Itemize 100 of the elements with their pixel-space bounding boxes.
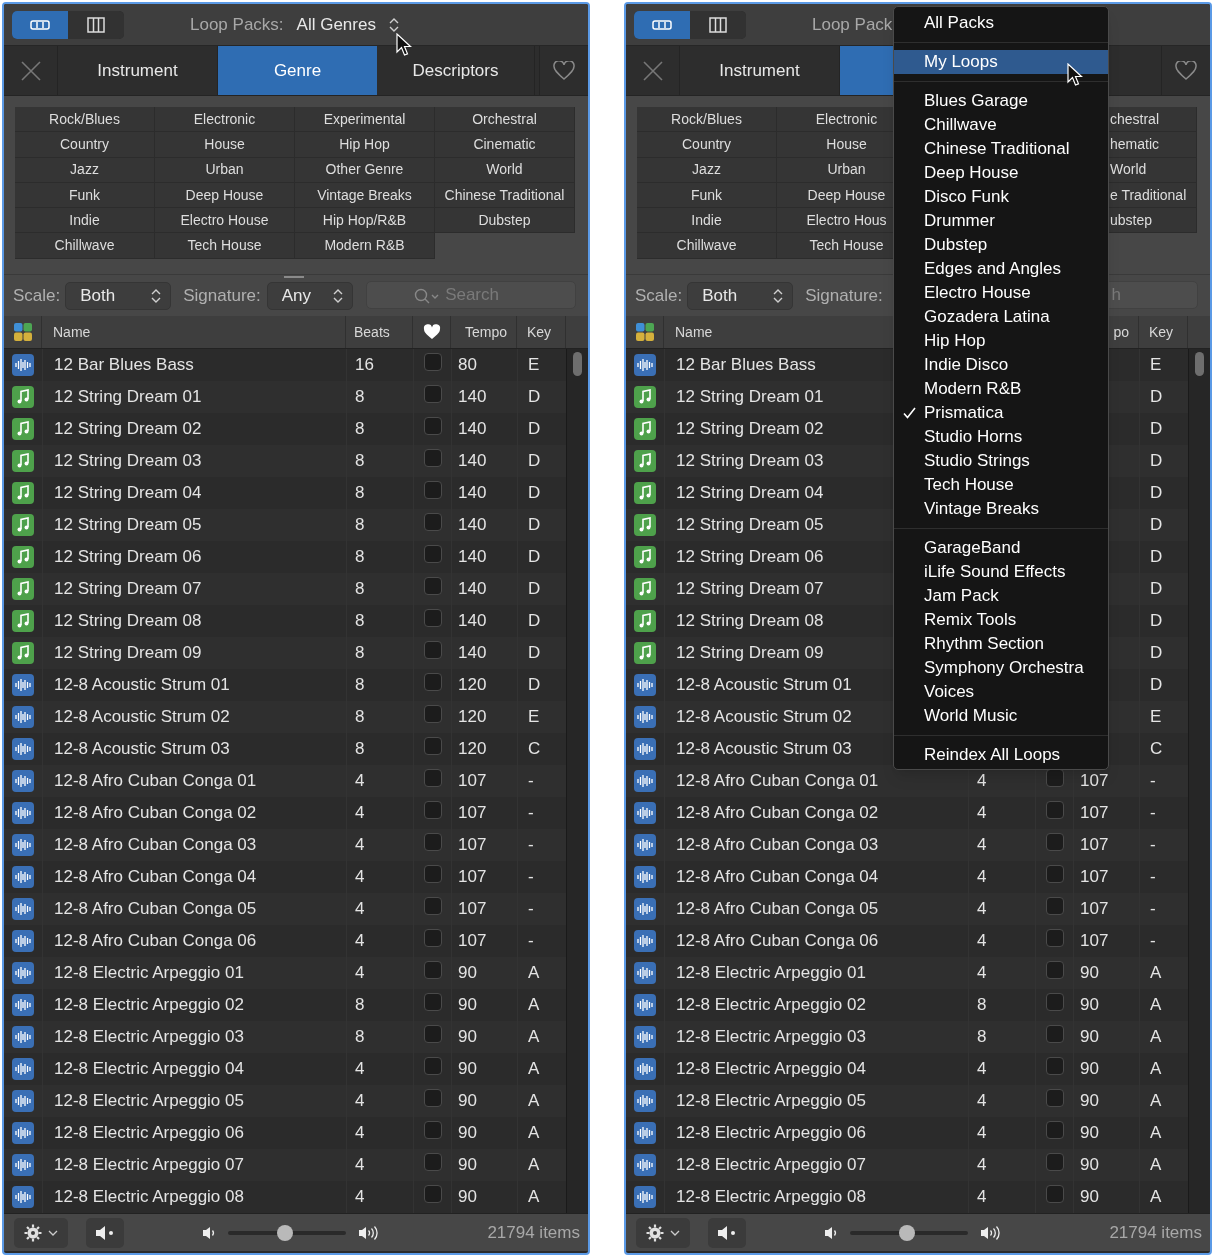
menu-item[interactable]: Edges and Angles (894, 257, 1108, 281)
scrollbar-track[interactable] (566, 349, 588, 1213)
slider-thumb[interactable] (276, 1224, 293, 1241)
favorite-checkbox[interactable] (423, 673, 442, 691)
menu-item[interactable]: World Music (894, 704, 1108, 728)
tab[interactable]: Genre (218, 46, 377, 95)
favorite-checkbox[interactable] (423, 353, 442, 371)
scrollbar-thumb[interactable] (573, 352, 582, 376)
resize-handle[interactable] (284, 276, 304, 278)
menu-item[interactable]: Hip Hop (894, 329, 1108, 353)
genre-button[interactable]: Deep House (155, 182, 295, 209)
menu-item[interactable]: My Loops (894, 50, 1108, 74)
genre-button[interactable]: Modern R&B (295, 233, 435, 259)
menu-item[interactable]: GarageBand (894, 536, 1108, 560)
favorite-checkbox[interactable] (423, 865, 442, 883)
genre-button[interactable]: Orchestral (435, 107, 575, 133)
genre-button[interactable]: Rock/Blues (15, 107, 155, 133)
color-grid-icon[interactable] (635, 323, 654, 341)
menu-item[interactable]: Remix Tools (894, 608, 1108, 632)
genre-button[interactable]: World (435, 157, 575, 183)
favorite-checkbox[interactable] (423, 1153, 442, 1171)
menu-item[interactable]: Studio Horns (894, 425, 1108, 449)
menu-item[interactable]: Gozadera Latina (894, 305, 1108, 329)
genre-button[interactable]: Hip Hop/R&B (295, 208, 435, 234)
genre-button[interactable]: Country (637, 132, 777, 158)
favorite-checkbox[interactable] (1045, 929, 1064, 947)
favorite-checkbox[interactable] (423, 1089, 442, 1107)
favorite-checkbox[interactable] (423, 769, 442, 787)
genre-button[interactable]: Jazz (15, 157, 155, 183)
genre-button[interactable]: Funk (15, 182, 155, 209)
menu-item[interactable]: All Packs (894, 11, 1108, 35)
settings-button[interactable] (636, 1217, 690, 1248)
favorite-checkbox[interactable] (1045, 1057, 1064, 1075)
key-column-header[interactable]: Key (527, 321, 552, 343)
favorite-checkbox[interactable] (1045, 1025, 1064, 1043)
preview-speaker-button[interactable] (708, 1217, 746, 1248)
favorite-checkbox[interactable] (1045, 801, 1064, 819)
menu-item[interactable]: Indie Disco (894, 353, 1108, 377)
signature-select[interactable]: Any (266, 281, 353, 310)
color-grid-icon[interactable] (13, 323, 32, 341)
favorite-checkbox[interactable] (423, 929, 442, 947)
genre-button[interactable]: Electronic (155, 107, 295, 133)
menu-item[interactable]: iLife Sound Effects (894, 560, 1108, 584)
genre-button[interactable]: Country (15, 132, 155, 158)
favorite-checkbox[interactable] (1045, 1153, 1064, 1171)
scrollbar-track[interactable] (1188, 349, 1210, 1213)
scale-select[interactable]: Both (65, 281, 172, 310)
menu-item[interactable]: Prismatica (894, 401, 1108, 425)
favorite-checkbox[interactable] (423, 385, 442, 403)
genre-button[interactable]: Hip Hop (295, 132, 435, 158)
heart-icon[interactable] (422, 324, 441, 340)
genre-button[interactable]: Indie (637, 208, 777, 234)
favorite-checkbox[interactable] (423, 801, 442, 819)
favorite-checkbox[interactable] (1045, 1089, 1064, 1107)
menu-item[interactable]: Reindex All Loops (894, 743, 1108, 767)
favorite-checkbox[interactable] (423, 897, 442, 915)
genre-button[interactable]: Funk (637, 182, 777, 209)
volume-slider[interactable] (228, 1224, 346, 1241)
genre-button[interactable]: Chillwave (637, 233, 777, 259)
favorite-checkbox[interactable] (423, 513, 442, 531)
genre-button[interactable]: Experimental (295, 107, 435, 133)
favorite-checkbox[interactable] (423, 481, 442, 499)
favorite-checkbox[interactable] (1045, 1121, 1064, 1139)
key-column-header[interactable]: Key (1149, 321, 1174, 343)
slider-thumb[interactable] (898, 1224, 915, 1241)
column-view-button[interactable] (690, 10, 746, 39)
menu-item[interactable]: Electro House (894, 281, 1108, 305)
menu-item[interactable]: Modern R&B (894, 377, 1108, 401)
name-column-header[interactable]: Name (53, 321, 91, 343)
genre-button[interactable]: Jazz (637, 157, 777, 183)
favorite-checkbox[interactable] (423, 961, 442, 979)
favorite-checkbox[interactable] (1045, 897, 1064, 915)
settings-button[interactable] (14, 1217, 68, 1248)
favorite-checkbox[interactable] (423, 449, 442, 467)
favorite-checkbox[interactable] (423, 1185, 442, 1203)
preview-speaker-button[interactable] (86, 1217, 124, 1248)
menu-item[interactable]: Voices (894, 680, 1108, 704)
name-column-header[interactable]: Name (675, 321, 713, 343)
menu-item[interactable]: Tech House (894, 473, 1108, 497)
genre-button[interactable]: Chinese Traditional (435, 182, 575, 209)
genre-button[interactable]: Urban (155, 157, 295, 183)
favorite-checkbox[interactable] (423, 417, 442, 435)
favorite-checkbox[interactable] (423, 833, 442, 851)
genre-button[interactable]: Rock/Blues (637, 107, 777, 133)
genre-button[interactable]: Tech House (155, 233, 295, 259)
genre-button[interactable]: Chillwave (15, 233, 155, 259)
favorite-checkbox[interactable] (1045, 865, 1064, 883)
favorite-checkbox[interactable] (1045, 833, 1064, 851)
menu-item[interactable]: Studio Strings (894, 449, 1108, 473)
favorite-checkbox[interactable] (423, 545, 442, 563)
favorite-checkbox[interactable] (423, 705, 442, 723)
favorite-checkbox[interactable] (1045, 961, 1064, 979)
list-view-button[interactable] (12, 10, 68, 39)
favorite-checkbox[interactable] (1045, 1185, 1064, 1203)
genre-button[interactable]: Cinematic (435, 132, 575, 158)
genre-button[interactable]: Electro House (155, 208, 295, 234)
genre-button[interactable]: Dubstep (435, 208, 575, 234)
scale-select[interactable]: Both (687, 281, 794, 310)
favorite-checkbox[interactable] (423, 993, 442, 1011)
genre-button[interactable]: Indie (15, 208, 155, 234)
